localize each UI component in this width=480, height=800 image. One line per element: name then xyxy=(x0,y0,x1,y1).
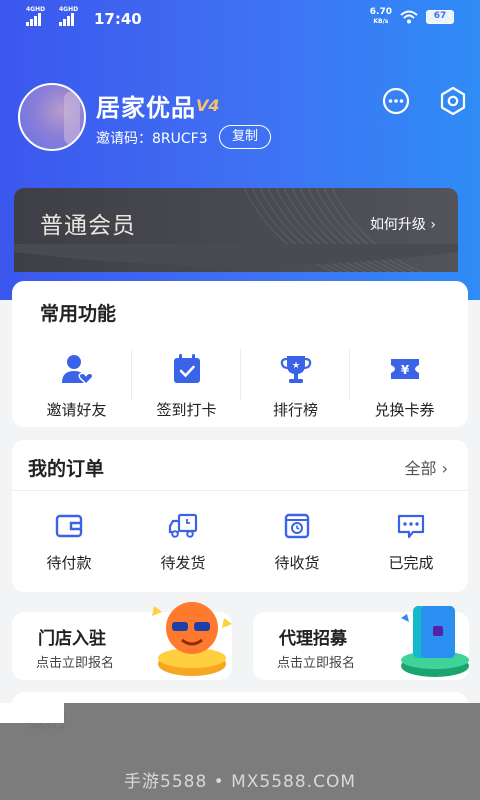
wallet-icon xyxy=(55,514,83,538)
agent-recruit-card[interactable]: 代理招募 点击立即报名 xyxy=(253,606,469,680)
wifi-icon xyxy=(400,10,418,24)
common-functions-card: 常用功能 邀请好友 签到打卡 ★ 排行榜 ¥ 兑换卡券 xyxy=(12,281,468,427)
coupon-icon: ¥ xyxy=(390,359,419,379)
copy-button[interactable]: 复制 xyxy=(219,125,271,149)
func-redeem-coupon[interactable]: ¥ 兑换卡券 xyxy=(350,351,459,420)
order-completed[interactable]: 已完成 xyxy=(354,512,468,573)
membership-curve xyxy=(14,244,458,266)
calendar-check-icon xyxy=(173,354,200,383)
avatar[interactable] xyxy=(18,83,86,151)
func-invite-friends[interactable]: 邀请好友 xyxy=(22,351,131,420)
chat-done-icon xyxy=(397,514,425,539)
chevron-right-icon: › xyxy=(430,217,436,233)
chevron-right-icon: › xyxy=(441,459,448,478)
membership-title: 普通会员 xyxy=(40,213,136,239)
func-leaderboard[interactable]: ★ 排行榜 xyxy=(241,351,350,420)
upgrade-link[interactable]: 如何升级 › xyxy=(370,214,436,234)
signal-icon-2: 4GHD xyxy=(59,6,78,26)
message-icon[interactable] xyxy=(382,87,410,115)
username: 居家优品 xyxy=(96,94,196,122)
order-pending-payment[interactable]: 待付款 xyxy=(12,512,126,573)
truck-icon xyxy=(168,513,198,538)
battery-icon: 67 xyxy=(426,10,454,24)
clock: 17:40 xyxy=(94,10,142,28)
level-badge: V4 xyxy=(196,96,220,115)
order-pending-shipment[interactable]: 待发货 xyxy=(126,512,240,573)
network-speed: 6.70 KB/s xyxy=(369,7,392,26)
mascot-illustration xyxy=(152,602,232,676)
invite-code-text: 邀请码：8RUCF3 xyxy=(96,131,208,147)
order-pending-receipt[interactable]: 待收货 xyxy=(240,512,354,573)
package-clock-icon xyxy=(284,513,310,539)
store-join-card[interactable]: 门店入驻 点击立即报名 xyxy=(12,602,232,680)
section-title: 常用功能 xyxy=(40,303,117,325)
watermark-overlay: 手游5588 • MX5588.COM xyxy=(0,703,480,800)
invite-friend-icon xyxy=(61,355,94,386)
trophy-icon: ★ xyxy=(280,356,311,383)
signal-icon: 4GHD xyxy=(26,6,45,26)
settings-icon[interactable] xyxy=(439,86,467,116)
watermark-text: 手游5588 • MX5588.COM xyxy=(124,772,356,792)
svg-text:★: ★ xyxy=(291,361,299,371)
view-all-orders-link[interactable]: 全部 › xyxy=(404,455,448,479)
svg-text:¥: ¥ xyxy=(400,363,409,377)
section-title: 我的订单 xyxy=(28,458,105,480)
gift-box-illustration xyxy=(401,606,469,677)
status-bar: 4GHD 4GHD 17:40 6.70 KB/s 67 xyxy=(0,0,480,38)
func-check-in[interactable]: 签到打卡 xyxy=(132,351,241,420)
orders-card: 我的订单 全部 › 待付款 待发货 待收货 已完成 xyxy=(12,440,468,592)
